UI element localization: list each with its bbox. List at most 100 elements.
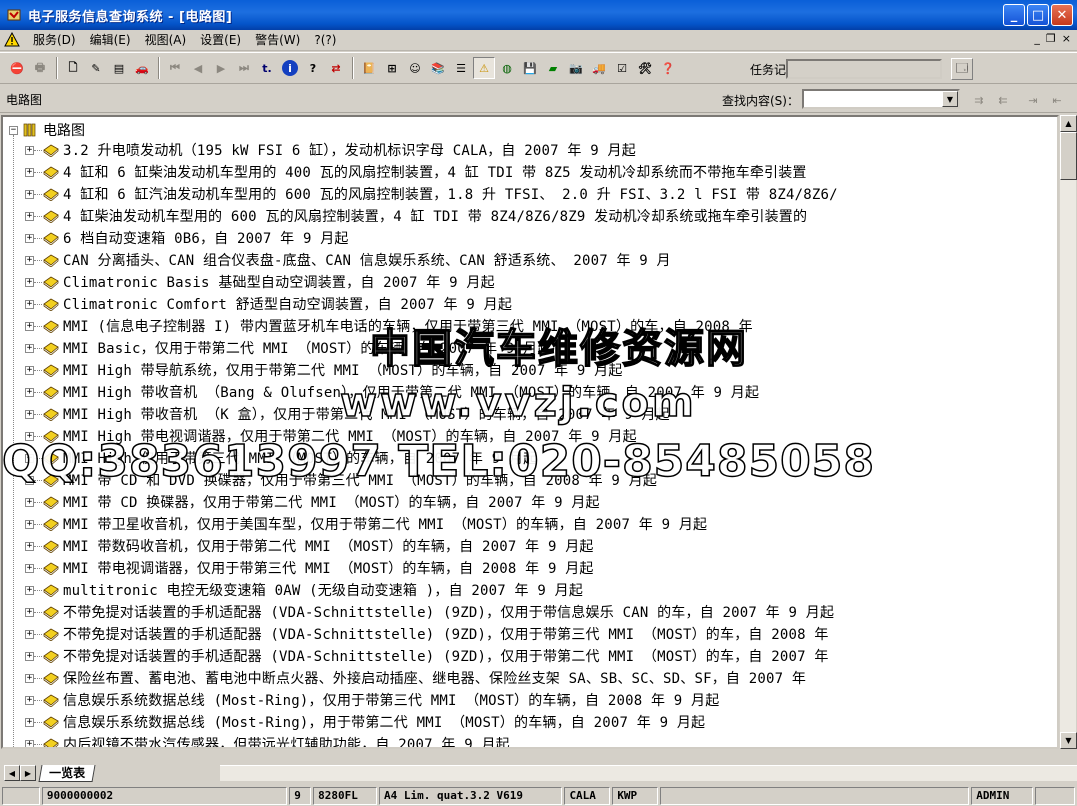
expand-icon[interactable]: + [25,717,34,727]
tree-item[interactable]: + 信息娱乐系统数据总线 (Most-Ring)，仅用于带第三代 MMI （MOS… [25,689,838,711]
chevron-down-icon[interactable]: ▼ [942,91,958,107]
help-button[interactable]: ? [302,57,324,79]
expand-icon[interactable]: + [25,673,34,683]
nav-next-button[interactable]: ⇥ [1022,89,1044,111]
tree-item[interactable]: + MMI High 带收音机 （Bang & Olufsen），仅用于带第二代 … [25,381,838,403]
search-back-button[interactable]: ⇇ [992,89,1014,111]
menu-view[interactable]: 视图(A) [138,31,194,50]
expand-icon[interactable]: + [25,145,34,155]
expand-icon[interactable]: + [25,233,34,243]
menu-warnings[interactable]: 警告(W) [248,31,307,50]
expand-icon[interactable]: + [25,343,34,353]
menu-help[interactable]: ?(?) [307,31,343,50]
tree-item[interactable]: + multitronic 电控无级变速箱 0AW (无级自动变速箱 )，自 20… [25,579,838,601]
tab-left-icon[interactable]: ◀ [4,765,20,781]
expand-icon[interactable]: + [25,167,34,177]
maximize-button[interactable]: □ [1027,4,1049,26]
expand-icon[interactable]: + [25,695,34,705]
expand-icon[interactable]: + [25,541,34,551]
tree-item[interactable]: + 不带免提对话装置的手机适配器 (VDA-Schnittstelle) (9ZD… [25,623,838,645]
repair-manual-button[interactable]: 📔 [358,57,380,79]
globe-button[interactable]: ◍ [496,57,518,79]
camera-button[interactable]: 📷 [565,57,587,79]
search-input[interactable]: ▼ [802,89,960,109]
mdi-minimize-button[interactable]: _ [1034,32,1040,45]
tree-item[interactable]: + Climatronic Comfort 舒适型自动空调装置，自 2007 年 … [25,293,838,315]
info-button[interactable]: i [279,57,301,79]
tree-item[interactable]: + MMI 带 CD 换碟器，仅用于带第二代 MMI （MOST）的车辆，自 20… [25,491,838,513]
context-help-button[interactable]: ❓ [657,57,679,79]
expand-icon[interactable]: + [25,365,34,375]
edit-button[interactable]: ✎ [85,57,107,79]
tree-item[interactable]: +6 档自动变速箱 0B6，自 2007 年 9 月起 [25,227,838,249]
swap-button[interactable]: ⇄ [325,57,347,79]
tools-button[interactable]: 🛠 [634,57,656,79]
expand-icon[interactable]: + [25,211,34,221]
goto-button[interactable]: t. [256,57,278,79]
expand-icon[interactable]: + [25,189,34,199]
tree-item[interactable]: + MMI Basic，仅用于带第二代 MMI （MOST）的车辆，自 2007 … [25,337,838,359]
tree-item[interactable]: +4 缸柴油发动机车型用的 600 瓦的风扇控制装置，4 缸 TDI 带 8Z4… [25,205,838,227]
tree-item[interactable]: + CAN 分离插头、CAN 组合仪表盘-底盘、CAN 信息娱乐系统、CAN 舒适… [25,249,838,271]
expand-icon[interactable]: + [25,431,34,441]
tree-item[interactable]: + MMI High 带导航系统，仅用于带第二代 MMI （MOST）的车辆，自 … [25,359,838,381]
green-book-button[interactable]: ▰ [542,57,564,79]
next-button[interactable]: ▶ [210,57,232,79]
scroll-up-icon[interactable]: ▲ [1060,115,1077,132]
save-button[interactable]: 💾 [519,57,541,79]
tree-root[interactable]: − 电路图 [9,119,85,141]
expand-icon[interactable]: + [25,387,34,397]
close-button[interactable]: ✕ [1051,4,1073,26]
tree-item[interactable]: + Climatronic Basis 基础型自动空调装置，自 2007 年 9 … [25,271,838,293]
tree-item[interactable]: + MMI 带数码收音机，仅用于带第二代 MMI （MOST）的车辆，自 2007… [25,535,838,557]
menu-edit[interactable]: 编辑(E) [83,31,138,50]
mdi-restore-button[interactable]: ❐ [1046,32,1056,45]
tab-right-icon[interactable]: ▶ [20,765,36,781]
expand-icon[interactable]: + [25,563,34,573]
expand-icon[interactable]: + [25,629,34,639]
expand-icon[interactable]: + [25,475,34,485]
tree-item[interactable]: + MMI 带 CD 和 DVD 换碟器，仅用于带第三代 MMI （MOST）的车… [25,469,838,491]
expand-icon[interactable]: + [25,607,34,617]
search-forward-button[interactable]: ⇉ [968,89,990,111]
menu-settings[interactable]: 设置(E) [193,31,248,50]
expand-icon[interactable]: + [25,519,34,529]
minimize-button[interactable]: _ [1003,4,1025,26]
tree-item[interactable]: +3.2 升电喷发动机（195 kW FSI 6 缸），发动机标识字母 CALA… [25,139,838,161]
circuit-diagram-tree[interactable]: − 电路图 +3.2 升电喷发动机（195 kW FSI 6 缸），发动机标识字… [1,115,1059,749]
expand-icon[interactable]: + [25,255,34,265]
diagnosis-button[interactable]: ☺ [404,57,426,79]
collapse-icon[interactable]: − [9,125,18,135]
books-button[interactable]: 📚 [427,57,449,79]
prev-button[interactable]: ◀ [187,57,209,79]
list-button[interactable]: ☰ [450,57,472,79]
task-button[interactable]: 🗔 [951,58,973,80]
tree-item[interactable]: + MMI 带卫星收音机，仅用于美国车型，仅用于带第二代 MMI （MOST）的车… [25,513,838,535]
mdi-close-button[interactable]: × [1062,32,1071,45]
parts-button[interactable]: ⊞ [381,57,403,79]
expand-icon[interactable]: + [25,651,34,661]
scroll-down-icon[interactable]: ▼ [1060,732,1077,749]
circuit-diagram-button[interactable]: ⚠ [473,57,495,79]
tree-item[interactable]: + 不带免提对话装置的手机适配器 (VDA-Schnittstelle) (9ZD… [25,645,838,667]
last-button[interactable]: ⏭ [233,57,255,79]
vehicle-button[interactable]: 🚗 [131,57,153,79]
horizontal-scrollbar[interactable] [220,765,1077,781]
tree-item[interactable]: + MMI (信息电子控制器 I) 带内置蓝牙机车电话的车辆，仅用于带第三代 MM… [25,315,838,337]
tree-item[interactable]: + 内后视镜不带水汽传感器，但带远光灯辅助功能，自 2007 年 9 月起 [25,733,838,747]
tree-item[interactable]: + MMI High 带电视调谐器，仅用于带第二代 MMI （MOST）的车辆，自… [25,425,838,447]
tree-item[interactable]: + 保险丝布置、蓄电池、蓄电池中断点火器、外接启动插座、继电器、保险丝支架 SA、… [25,667,838,689]
expand-icon[interactable]: + [25,299,34,309]
task-field[interactable] [786,59,942,79]
print-button[interactable]: 🖶 [29,57,51,79]
expand-icon[interactable]: + [25,409,34,419]
tree-item[interactable]: + MMI High 仅用于带第三代 MMI （MOST）的车辆，自 2007 年… [25,447,838,469]
new-button[interactable]: 🗋 [62,57,84,79]
truck-button[interactable]: 🚚 [588,57,610,79]
expand-icon[interactable]: + [25,585,34,595]
tree-item[interactable]: + 不带免提对话装置的手机适配器 (VDA-Schnittstelle) (9ZD… [25,601,838,623]
first-button[interactable]: ⏮ [164,57,186,79]
expand-icon[interactable]: + [25,453,34,463]
tab-overview[interactable]: 一览表 [38,764,96,782]
expand-icon[interactable]: + [25,497,34,507]
